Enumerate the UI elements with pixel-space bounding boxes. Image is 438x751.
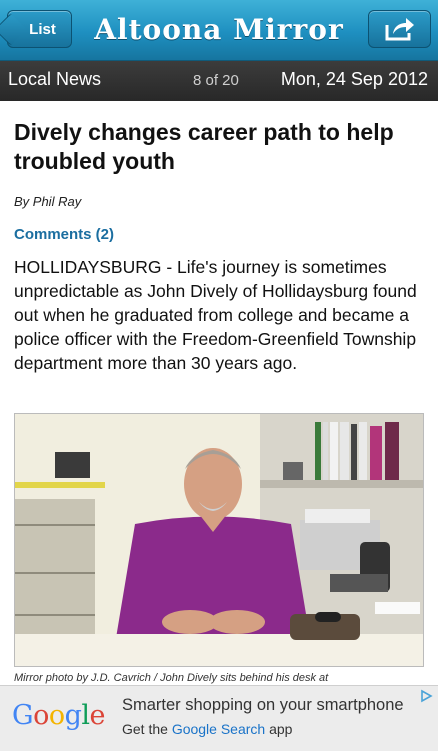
article-counter: 8 of 20	[193, 72, 239, 89]
share-button[interactable]	[368, 10, 431, 48]
list-button-label: List	[29, 20, 56, 38]
article-photo[interactable]	[14, 413, 424, 667]
share-icon	[385, 18, 414, 41]
section-title: Local News	[8, 69, 102, 89]
google-ad-banner[interactable]: Google Smarter shopping on your smartpho…	[0, 685, 438, 751]
navigation-bar: List Altoona Mirror	[0, 0, 438, 61]
comments-link[interactable]: Comments (2)	[14, 226, 114, 243]
list-back-button[interactable]: List	[7, 10, 72, 48]
section-bar: Local News 8 of 20 Mon, 24 Sep 2012	[0, 61, 438, 101]
article-date: Mon, 24 Sep 2012	[280, 69, 428, 89]
photo-illustration	[15, 414, 423, 666]
photo-caption: Mirror photo by J.D. Cavrich / John Dive…	[14, 672, 329, 684]
article-byline: By Phil Ray	[14, 194, 82, 209]
ad-sub-suffix: app	[265, 721, 293, 737]
google-logo: Google	[12, 700, 106, 731]
ad-headline: Smarter shopping on your smartphone	[122, 696, 404, 714]
masthead-logo: Altoona Mirror	[94, 13, 344, 46]
ad-sub-prefix: Get the	[122, 721, 172, 737]
article-body: HOLLIDAYSBURG - Life's journey is someti…	[14, 257, 417, 373]
article-headline: Dively changes career path to help troub…	[14, 119, 394, 174]
ad-sub-link: Google Search	[171, 721, 266, 737]
ad-choices-icon[interactable]	[419, 689, 433, 703]
ad-subline: Get the Google Search app	[122, 721, 292, 737]
